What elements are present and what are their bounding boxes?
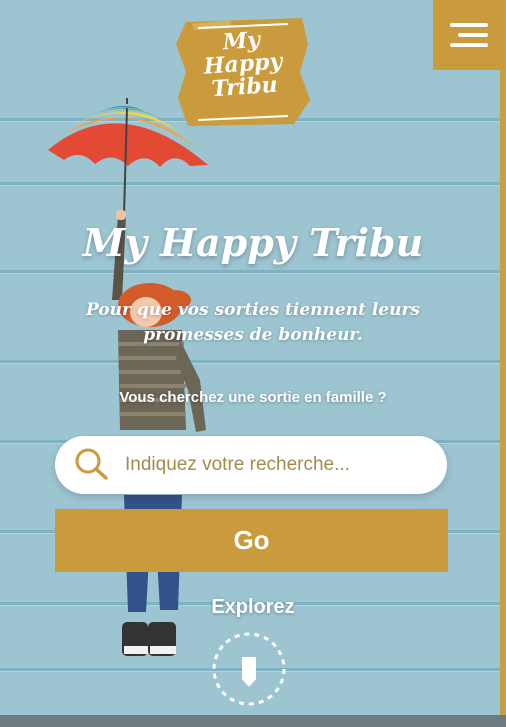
hero-title: My Happy Tribu [82, 220, 424, 265]
logo-text: My Happy Tribu [170, 25, 316, 104]
search-icon[interactable] [71, 444, 113, 486]
jumping-girl-illustration [112, 210, 206, 656]
scroll-down-button[interactable] [211, 631, 287, 707]
search-input[interactable] [123, 453, 427, 477]
explore-label: Explorez [211, 596, 295, 618]
logo[interactable]: My Happy Tribu [172, 14, 314, 132]
scroll-down-icon [212, 632, 286, 706]
menu-button[interactable] [433, 0, 505, 70]
search-question: Vous cherchez une sortie en famille ? [119, 389, 387, 406]
hamburger-icon [450, 23, 488, 27]
go-button[interactable]: Go [55, 509, 448, 572]
search-bar[interactable] [55, 436, 447, 494]
hero-tagline: Pour que vos sorties tiennent leurs prom… [85, 300, 421, 345]
